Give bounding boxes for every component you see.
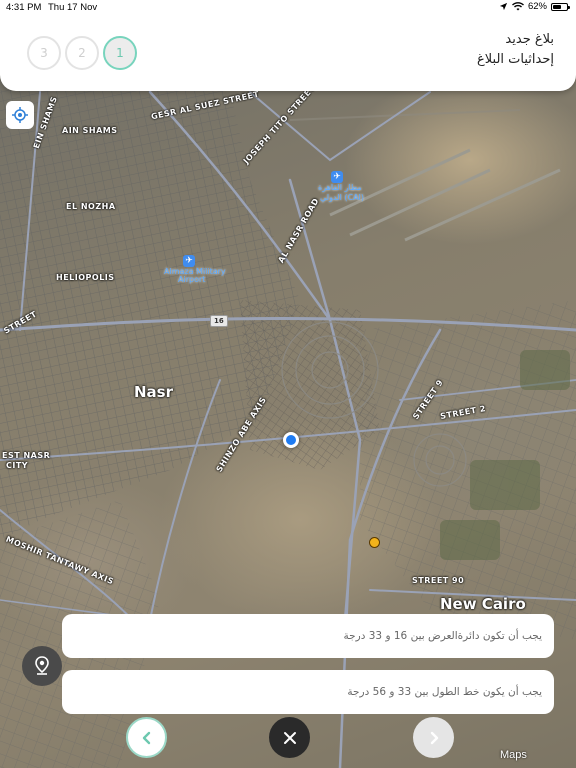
page-title: بلاغ جديد	[505, 32, 554, 47]
poi-marker[interactable]	[369, 537, 380, 548]
map-label-cairo-airport-line1: مطار القاهرة	[318, 183, 362, 192]
airport-icon: ✈	[331, 171, 343, 183]
wifi-icon	[512, 2, 524, 11]
battery-icon	[551, 2, 570, 11]
map-label-el-nozha: EL NOZHA	[66, 202, 116, 211]
longitude-error-text: يجب أن يكون خط الطول بين 33 و 56 درجة	[347, 686, 542, 698]
map-label-heliopolis: HELIOPOLIS	[56, 273, 115, 282]
report-header: 3 2 1 بلاغ جديد إحداثيات البلاغ	[0, 14, 576, 91]
chevron-right-icon	[430, 731, 438, 744]
map-label-almaza-line2: Airport	[178, 275, 206, 284]
back-button[interactable]	[126, 717, 167, 758]
step-2: 2	[65, 36, 99, 70]
longitude-error-message: يجب أن يكون خط الطول بين 33 و 56 درجة	[62, 670, 554, 714]
drop-pin-button[interactable]	[22, 646, 62, 686]
page-subtitle: إحداثيات البلاغ	[477, 52, 554, 67]
status-time: 4:31 PM	[6, 2, 42, 13]
latitude-error-text: يجب أن تكون دائرةالعرض بين 16 و 33 درجة	[343, 630, 542, 642]
route-badge: 16	[210, 315, 228, 327]
chevron-left-icon	[142, 731, 150, 744]
next-button[interactable]	[413, 717, 454, 758]
latitude-error-message: يجب أن تكون دائرةالعرض بين 16 و 33 درجة	[62, 614, 554, 658]
map-label-nasr-city-line2: CITY	[6, 461, 29, 470]
map-label-nasr-city-line1: EST NASR	[2, 451, 51, 460]
maps-attribution[interactable]: Maps	[500, 749, 527, 761]
user-location-dot	[283, 432, 299, 448]
locate-me-button[interactable]	[6, 101, 34, 129]
close-button[interactable]	[269, 717, 310, 758]
map-label-cairo-airport-line2: الدولي (CAI)	[320, 193, 365, 202]
crosshair-icon	[12, 107, 28, 123]
step-indicator: 3 2 1	[27, 36, 137, 70]
location-pin-icon	[35, 656, 49, 675]
map-label-new-cairo: New Cairo	[440, 595, 526, 613]
battery-percent: 62%	[527, 1, 547, 12]
airport-icon: ✈	[183, 255, 195, 267]
status-date: Thu 17 Nov	[48, 2, 98, 13]
battery-level	[553, 4, 562, 9]
step-1-active: 1	[103, 36, 137, 70]
map-label-ain-shams: AIN SHAMS	[62, 126, 118, 135]
road-label-street-90: STREET 90	[412, 576, 465, 585]
step-3: 3	[27, 36, 61, 70]
close-icon	[283, 731, 296, 744]
status-bar: 4:31 PM Thu 17 Nov 62%	[0, 0, 576, 14]
location-arrow-icon	[499, 2, 508, 11]
status-indicators: 62%	[499, 1, 570, 12]
map-label-nasr: Nasr	[134, 383, 174, 401]
